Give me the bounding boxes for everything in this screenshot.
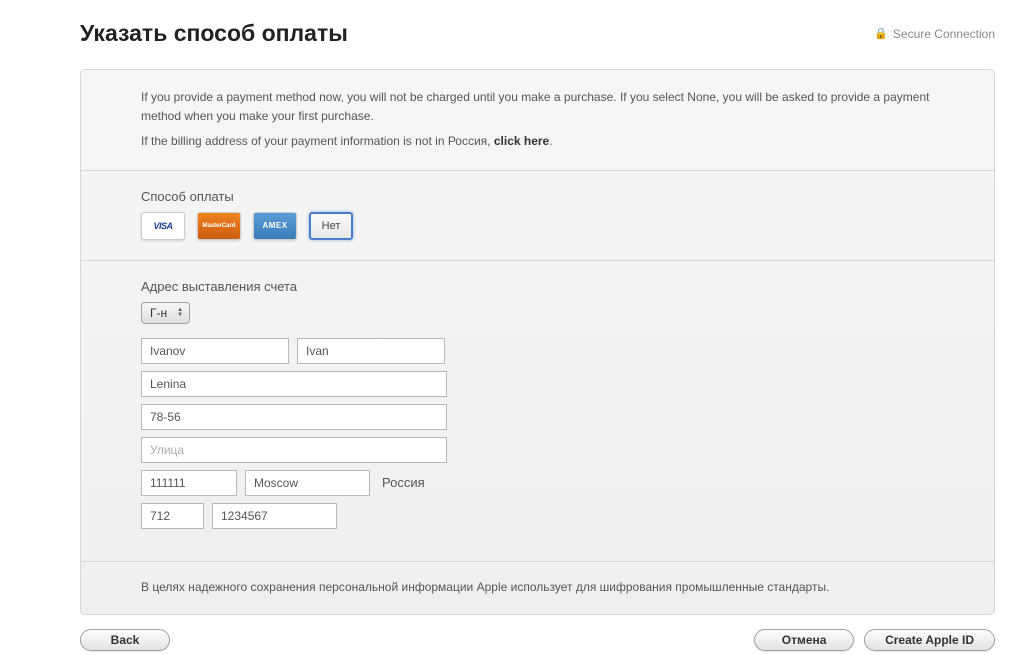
info-section: If you provide a payment method now, you…	[81, 70, 994, 171]
back-button[interactable]: Back	[80, 629, 170, 651]
info-text-line2: If the billing address of your payment i…	[141, 132, 934, 151]
payment-option-mastercard[interactable]: MasterCard	[197, 212, 241, 240]
street2-field[interactable]	[141, 437, 447, 463]
select-arrows-icon: ▲▼	[177, 308, 183, 318]
postal-code-field[interactable]	[141, 470, 237, 496]
lock-icon: 🔒	[874, 27, 888, 40]
title-selected-value: Г-н	[150, 306, 167, 320]
header: Указать способ оплаты 🔒 Secure Connectio…	[0, 0, 1035, 59]
info-text-line1: If you provide a payment method now, you…	[141, 88, 934, 126]
payment-options: VISA MasterCard AMEX Нет	[141, 212, 934, 240]
payment-option-none[interactable]: Нет	[309, 212, 353, 240]
payment-method-section: Способ оплаты VISA MasterCard AMEX Нет	[81, 171, 994, 261]
title-select[interactable]: Г-н ▲▼	[141, 302, 190, 324]
firstname-field[interactable]	[297, 338, 445, 364]
apartment-field[interactable]	[141, 404, 447, 430]
area-code-field[interactable]	[141, 503, 204, 529]
button-bar: Back Отмена Create Apple ID	[0, 615, 1035, 651]
street-field[interactable]	[141, 371, 447, 397]
payment-option-visa[interactable]: VISA	[141, 212, 185, 240]
lastname-field[interactable]	[141, 338, 289, 364]
city-field[interactable]	[245, 470, 370, 496]
secure-label: Secure Connection	[893, 27, 995, 41]
cancel-button[interactable]: Отмена	[754, 629, 854, 651]
payment-method-label: Способ оплаты	[141, 189, 934, 204]
phone-field[interactable]	[212, 503, 337, 529]
billing-address-label: Адрес выставления счета	[141, 279, 934, 294]
secure-connection-indicator: 🔒 Secure Connection	[874, 27, 995, 41]
click-here-link[interactable]: click here	[494, 134, 549, 148]
country-label: Россия	[382, 475, 425, 490]
encryption-notice: В целях надежного сохранения персонально…	[81, 562, 994, 614]
create-apple-id-button[interactable]: Create Apple ID	[864, 629, 995, 651]
page-title: Указать способ оплаты	[80, 20, 348, 47]
content-panel: If you provide a payment method now, you…	[80, 69, 995, 615]
billing-address-section: Адрес выставления счета Г-н ▲▼ Россия	[81, 261, 994, 562]
payment-option-amex[interactable]: AMEX	[253, 212, 297, 240]
